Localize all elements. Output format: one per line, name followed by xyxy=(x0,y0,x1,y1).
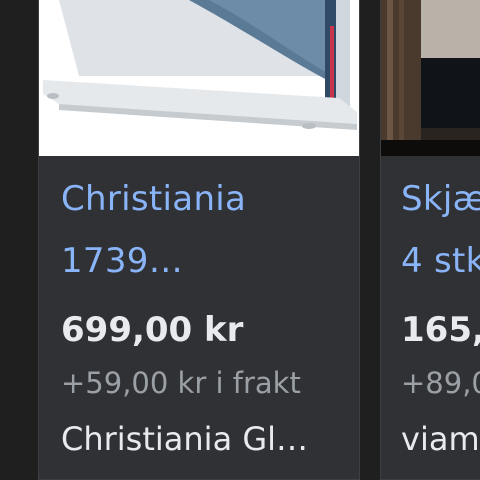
shipping-cost: +89,0 xyxy=(401,366,480,400)
knife-set-image xyxy=(381,0,480,156)
product-image[interactable] xyxy=(381,0,480,156)
product-card[interactable]: Skjæ 4 stk 165, +89,0 viam xyxy=(380,0,480,480)
product-title-line-1: Skjæ xyxy=(401,179,480,219)
product-card[interactable]: Christiania 1739… 699,00 kr +59,00 kr i … xyxy=(38,0,360,480)
shopping-results-carousel: Christiania 1739… 699,00 kr +59,00 kr i … xyxy=(0,0,480,480)
seller-name: Christiania Gl… xyxy=(61,420,309,458)
shipping-cost: +59,00 kr i frakt xyxy=(61,366,301,400)
knife-block-image xyxy=(39,0,359,156)
product-price: 699,00 kr xyxy=(61,310,244,350)
product-title-line-1: Christiania xyxy=(61,179,247,219)
product-title-line-2: 1739… xyxy=(61,241,184,281)
product-price: 165, xyxy=(401,310,480,350)
product-title-link[interactable]: Christiania 1739… xyxy=(61,168,351,292)
product-image[interactable] xyxy=(39,0,359,156)
seller-name: viam xyxy=(401,420,480,458)
carousel-left-gutter xyxy=(0,0,38,480)
product-title-link[interactable]: Skjæ 4 stk xyxy=(401,168,480,292)
product-title-line-2: 4 stk xyxy=(401,241,480,281)
